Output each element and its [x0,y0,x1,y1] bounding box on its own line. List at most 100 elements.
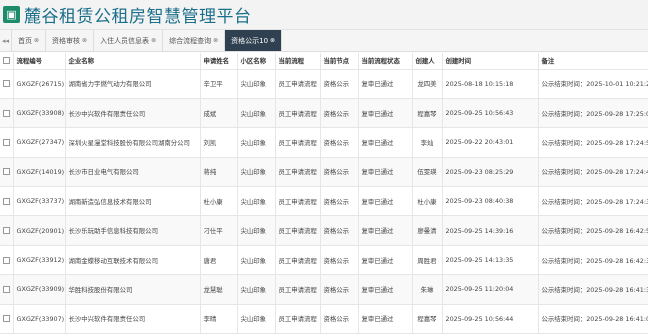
table-cell: 2025-09-25 10:56:43 [442,98,539,129]
tab-close-icon[interactable]: ⊗ [151,37,156,44]
table-row[interactable]: GXGZF(27347) 深圳火星漫堂科技股份有限公司湖南分公司 刘凯 尖山印象 员工申… [0,127,648,158]
tab-label: 入住人员信息表 [100,36,150,45]
table-cell: 公示结束时间：2025-09-28 17:24:54 [538,127,648,158]
table-cell: 成斌 [200,98,238,129]
tab-2[interactable]: 入住人员信息表 ⊗ [94,30,164,51]
table-cell: 复审已通过 [358,157,413,188]
table-header-row: 流程编号 企业名称 申请姓名 小区名称 当前流程 当前节点 当前流程状态 创建人 创建时间 备注 [0,53,648,70]
tab-close-icon[interactable]: ⊗ [82,37,87,44]
table-cell: 蒋纯 [200,157,238,188]
table-cell: 2025-09-23 08:40:38 [442,186,539,217]
row-checkbox[interactable] [0,186,14,217]
table-cell: 资格公示 [320,69,359,99]
tab-3[interactable]: 综合流程查询 ⊗ [163,30,226,51]
column-header[interactable]: 当前节点 [320,53,359,70]
table-cell: 杜小康 [412,186,443,217]
table-row[interactable]: GXGZF(33907) 长沙中兴软件有限责任公司 李晴 尖山印象 员工申请流程 资格公示… [0,304,648,335]
column-header[interactable]: 当前流程 [275,53,321,70]
table-cell: 2025-09-22 20:43:01 [442,127,539,158]
table-cell: GXGZF(33912) [13,245,66,276]
table-cell: 2025-09-25 14:39:16 [442,215,539,246]
table-cell: 资格公示 [320,304,359,335]
column-header[interactable]: 备注 [538,53,648,70]
table-row[interactable]: GXGZF(33737) 湖南新造弘信息技术有限公司 杜小康 尖山印象 员工申请流程 资格… [0,186,648,217]
table-cell: 复审已通过 [358,69,413,99]
table-cell: 湖南金蝶移动互联技术有限公司 [65,245,201,276]
column-header[interactable]: 企业名称 [65,53,201,70]
table-cell: 公示结束时间：2025-09-28 17:24:34 [538,186,648,217]
table-cell: 公示结束时间：2025-09-28 16:41:37 [538,274,648,305]
table-cell: 复审已通过 [358,274,413,305]
tab-4[interactable]: 资格公示10 ⊗ [225,30,283,51]
row-checkbox[interactable] [0,245,14,276]
tab-label: 综合流程查询 [169,36,212,45]
table-cell: 刁仕平 [200,215,238,246]
table-row[interactable]: GXGZF(26715) 湖南省力宇燃气动力有限公司 辛卫平 尖山印象 员工申请流程 资格… [0,69,648,99]
select-all-checkbox[interactable] [0,53,14,70]
row-checkbox[interactable] [0,274,14,305]
table-cell: 尖山印象 [237,127,276,158]
table-cell: 2025-09-25 11:20:04 [442,274,539,305]
table-cell: 长沙中兴软件有限责任公司 [65,304,201,335]
table-cell: 湖南省力宇燃气动力有限公司 [65,69,201,99]
table-cell: 员工申请流程 [275,157,321,188]
table-cell: 湖南新造弘信息技术有限公司 [65,186,201,217]
table-cell: GXGZF(20901) [13,215,66,246]
column-header[interactable]: 创建人 [412,53,443,70]
table-cell: 2025-08-18 10:15:18 [442,69,539,99]
table-cell: 复审已通过 [358,304,413,335]
table-cell: 2025-09-25 10:56:44 [442,304,539,335]
table-row[interactable]: GXGZF(33909) 华胜科技股份有限公司 龙慧聪 尖山印象 员工申请流程 资格公示复… [0,274,648,305]
column-header[interactable]: 创建时间 [442,53,539,70]
column-header[interactable]: 小区名称 [237,53,276,70]
column-header[interactable]: 当前流程状态 [358,53,413,70]
table-cell: 资格公示 [320,274,359,305]
tab-close-icon[interactable]: ⊗ [213,37,218,44]
row-checkbox[interactable] [0,69,14,99]
table-cell: 长沙中兴软件有限责任公司 [65,98,201,129]
table-cell: 公示结束时间：2025-10-01 10:21:24 [538,69,648,99]
table-cell: 公示结束时间：2025-09-28 17:25:07 [538,98,648,129]
tab-close-icon[interactable]: ⊗ [270,37,275,44]
table-cell: 长沙市日业电气有限公司 [65,157,201,188]
table-cell: 杜小康 [200,186,238,217]
table-cell: 尖山印象 [237,157,276,188]
table-row[interactable]: GXGZF(33912) 湖南金蝶移动互联技术有限公司 唐君 尖山印象 员工申请流程 资格… [0,245,648,276]
tab-label: 首页 [18,36,32,45]
table-cell: 李灿 [412,127,443,158]
table-cell: 程嘉琴 [412,304,443,335]
table-cell: 员工申请流程 [275,245,321,276]
table-cell: 复审已通过 [358,186,413,217]
table-cell: 李晴 [200,304,238,335]
table-cell: 辛卫平 [200,69,238,99]
tab-1[interactable]: 资格审核 ⊗ [46,30,95,51]
table-row[interactable]: GXGZF(33908) 长沙中兴软件有限责任公司 成斌 尖山印象 员工申请流程 资格公示… [0,98,648,129]
table-cell: 资格公示 [320,215,359,246]
tab-0[interactable]: 首页 ⊗ [12,30,47,51]
table-cell: GXGZF(14019) [13,157,66,188]
table-cell: GXGZF(33737) [13,186,66,217]
table-cell: 刘凯 [200,127,238,158]
table-cell: GXGZF(33908) [13,98,66,129]
column-header[interactable]: 流程编号 [13,53,66,70]
row-checkbox[interactable] [0,127,14,158]
table-cell: 华胜科技股份有限公司 [65,274,201,305]
tabs-scroll-left-icon[interactable]: ◂◂ [0,30,12,51]
table-cell: GXGZF(33909) [13,274,66,305]
table-cell: 尖山印象 [237,215,276,246]
row-checkbox[interactable] [0,157,14,188]
table-row[interactable]: GXGZF(20901) 长沙乐玩助手信息科技有限公司 刁仕平 尖山印象 员工申请流程资… [0,215,648,246]
row-checkbox[interactable] [0,304,14,335]
table-row[interactable]: GXGZF(14019) 长沙市日业电气有限公司 蒋纯 尖山印象 员工申请流程 资格公示复… [0,157,648,188]
row-checkbox[interactable] [0,215,14,246]
table-cell: 长沙乐玩助手信息科技有限公司 [65,215,201,246]
row-checkbox[interactable] [0,98,14,129]
table-cell: 公示结束时间：2025-09-28 16:42:33 [538,245,648,276]
table-cell: 尖山印象 [237,245,276,276]
column-header[interactable]: 申请姓名 [200,53,238,70]
table-cell: 复审已通过 [358,245,413,276]
table-cell: 尖山印象 [237,69,276,99]
table-cell: 员工申请流程 [275,98,321,129]
table-cell: 朱琳 [412,274,443,305]
tab-close-icon[interactable]: ⊗ [34,37,39,44]
